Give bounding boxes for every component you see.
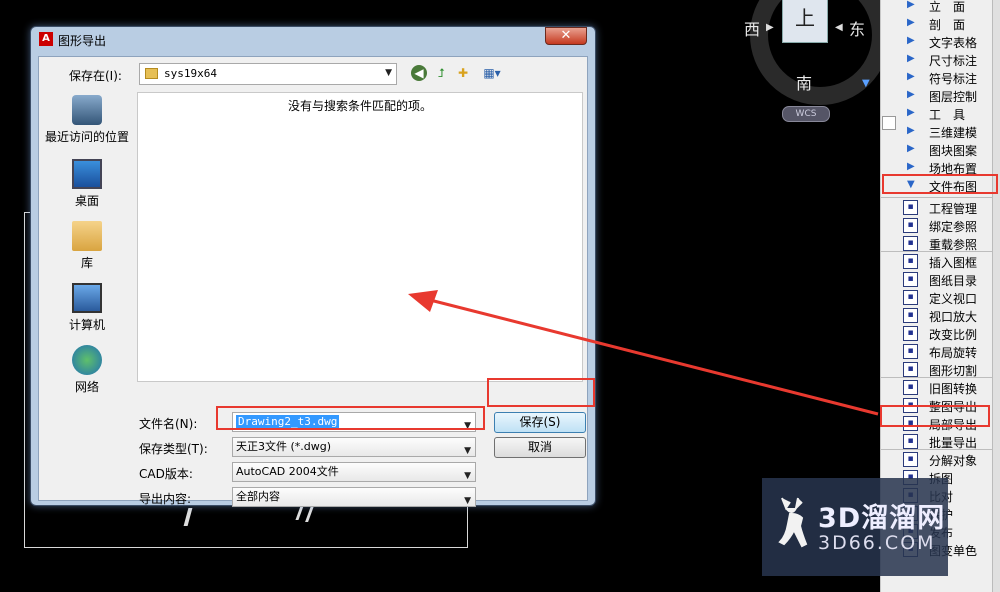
annotation-arrow-icon	[408, 290, 879, 416]
